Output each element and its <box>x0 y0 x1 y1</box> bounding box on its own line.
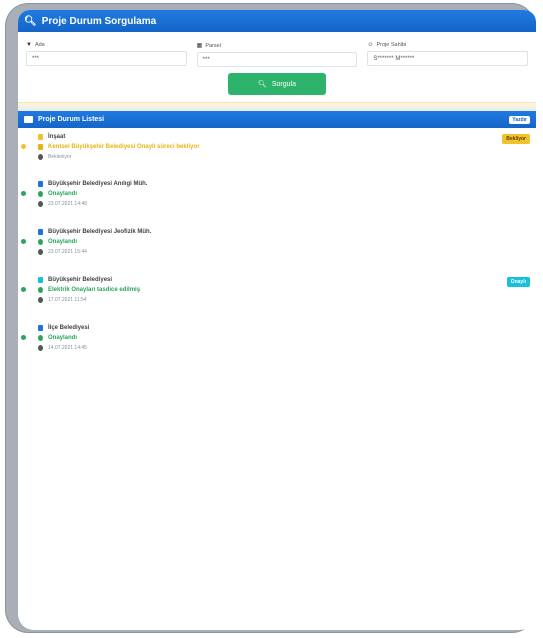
timeline-dot <box>21 191 26 196</box>
filter-owner: ☺ Proje Sahibi S******* M****** <box>367 42 529 67</box>
grid-icon: ▦ <box>196 43 203 49</box>
building-icon <box>38 325 43 331</box>
timeline-item: İnşaat Kentsel Büyükşehir Belediyesi Onay… <box>18 132 536 169</box>
status-badge: Bekliyor <box>502 134 530 144</box>
clock-row: 17.07.2021 11:54 <box>38 295 536 305</box>
timeline-dot <box>21 335 26 340</box>
status-text: Kentsel Büyükşehir Belediyesi Onaylı sür… <box>48 144 200 150</box>
search-icon: 🔍︎ <box>257 81 267 88</box>
parsel-label: Parsel <box>205 42 221 49</box>
building-icon <box>38 277 43 283</box>
clock-icon <box>38 154 43 160</box>
date-text: 23.07.2021 15:44 <box>48 249 87 255</box>
date-text: 14.07.2021 14:45 <box>48 345 87 351</box>
date-text: 23.07.2021 14:48 <box>48 201 87 207</box>
title-text: Büyükşehir Belediyesi Anılıgi Müh. <box>48 181 148 187</box>
list-header: Proje Durum Listesi Yazdır <box>18 111 536 128</box>
check-circle-icon <box>38 335 43 341</box>
clock-row: 14.07.2021 14:45 <box>38 343 536 353</box>
status-text: Elektrik Onayları tasdice edilmiş <box>48 287 141 293</box>
check-circle-row: Onaylandı <box>38 237 536 247</box>
date-text: 17.07.2021 11:54 <box>48 297 87 303</box>
clock-icon <box>38 297 43 303</box>
user-icon: ☺ <box>367 42 374 48</box>
status-text: Onaylandı <box>48 335 78 341</box>
building-row: İlçe Belediyesi <box>38 323 536 333</box>
timeline-item: İlçe Belediyesi Onaylandı 14.07.2021 14:45 <box>18 323 536 361</box>
clock-row: 23.07.2021 14:48 <box>38 199 536 209</box>
clock-row: Bekleniyor <box>38 152 536 162</box>
clock-icon <box>38 345 43 351</box>
map-pin-icon: ▼ <box>26 42 32 48</box>
status-badge: Onaylı <box>506 277 530 287</box>
check-circle-icon <box>38 191 43 197</box>
timeline-dot <box>21 239 26 244</box>
timeline-item: Büyükşehir Belediyesi Jeofizik Müh. Onayl… <box>18 227 536 265</box>
ada-label: Ada <box>34 42 45 48</box>
timeline-item: Büyükşehir Belediyesi Elektrik Onayları t… <box>18 275 536 313</box>
check-circle-icon <box>38 239 43 245</box>
timeline-dot <box>21 287 26 292</box>
print-button[interactable]: Yazdır <box>509 115 530 124</box>
app-header: 🔍︎ Proje Durum Sorgulama <box>18 10 536 32</box>
list-title: Proje Durum Listesi <box>38 116 105 123</box>
filter-parsel: ▦ Parsel *** <box>196 42 358 67</box>
building-icon <box>38 181 43 187</box>
status-text: Onaylandı <box>48 191 78 197</box>
building-row: İnşaat <box>38 132 536 142</box>
status-timeline: İnşaat Kentsel Büyükşehir Belediyesi Onay… <box>18 128 536 361</box>
check-circle-icon <box>38 287 43 293</box>
building-row: Büyükşehir Belediyesi Anılıgi Müh. <box>38 179 536 189</box>
page-title: Proje Durum Sorgulama <box>41 15 157 27</box>
search-button-row: 🔍︎ Sorgula <box>18 73 536 95</box>
check-circle-row: Elektrik Onayları tasdice edilmiş <box>38 285 536 295</box>
list-icon <box>24 116 33 123</box>
owner-label: Proje Sahibi <box>376 42 407 48</box>
search-button[interactable]: 🔍︎ Sorgula <box>228 73 326 95</box>
clock-icon <box>38 249 43 255</box>
title-text: Büyükşehir Belediyesi <box>48 277 113 283</box>
hourglass-icon <box>38 144 43 150</box>
check-circle-row: Onaylandı <box>38 333 536 343</box>
ada-input[interactable]: *** <box>26 51 187 66</box>
timeline-dot <box>21 144 26 149</box>
device-frame: 🔍︎ Proje Durum Sorgulama ▼ Ada *** ▦ Par… <box>6 4 536 632</box>
hourglass-row: Kentsel Büyükşehir Belediyesi Onaylı sür… <box>38 142 536 152</box>
building-row: Büyükşehir Belediyesi Jeofizik Müh. <box>38 227 536 237</box>
date-text: Bekleniyor <box>48 154 72 160</box>
list-header-left: Proje Durum Listesi <box>24 116 104 123</box>
clock-icon <box>38 201 43 207</box>
owner-input[interactable]: S******* M****** <box>367 51 529 66</box>
search-button-label: Sorgula <box>271 80 297 88</box>
filter-parsel-label-row: ▦ Parsel <box>196 42 358 50</box>
title-text: İlçe Belediyesi <box>48 325 90 331</box>
title-text: Büyükşehir Belediyesi Jeofizik Müh. <box>48 229 152 235</box>
title-text: İnşaat <box>48 134 66 140</box>
building-icon <box>38 229 43 235</box>
timeline-item: Büyükşehir Belediyesi Anılıgi Müh. Onayla… <box>18 179 536 217</box>
app-screen: 🔍︎ Proje Durum Sorgulama ▼ Ada *** ▦ Par… <box>18 10 536 630</box>
parsel-input[interactable]: *** <box>196 52 358 67</box>
check-circle-row: Onaylandı <box>38 189 536 199</box>
building-icon <box>38 134 43 140</box>
filter-ada: ▼ Ada *** <box>26 42 187 67</box>
building-row: Büyükşehir Belediyesi <box>38 275 536 285</box>
search-icon: 🔍︎ <box>24 15 37 27</box>
filter-form: ▼ Ada *** ▦ Parsel *** ☺ Proje Sahibi S*… <box>18 32 536 67</box>
filter-ada-label-row: ▼ Ada <box>26 42 187 48</box>
filter-owner-label-row: ☺ Proje Sahibi <box>367 42 528 48</box>
divider <box>18 102 536 111</box>
clock-row: 23.07.2021 15:44 <box>38 247 536 257</box>
status-text: Onaylandı <box>48 239 78 245</box>
